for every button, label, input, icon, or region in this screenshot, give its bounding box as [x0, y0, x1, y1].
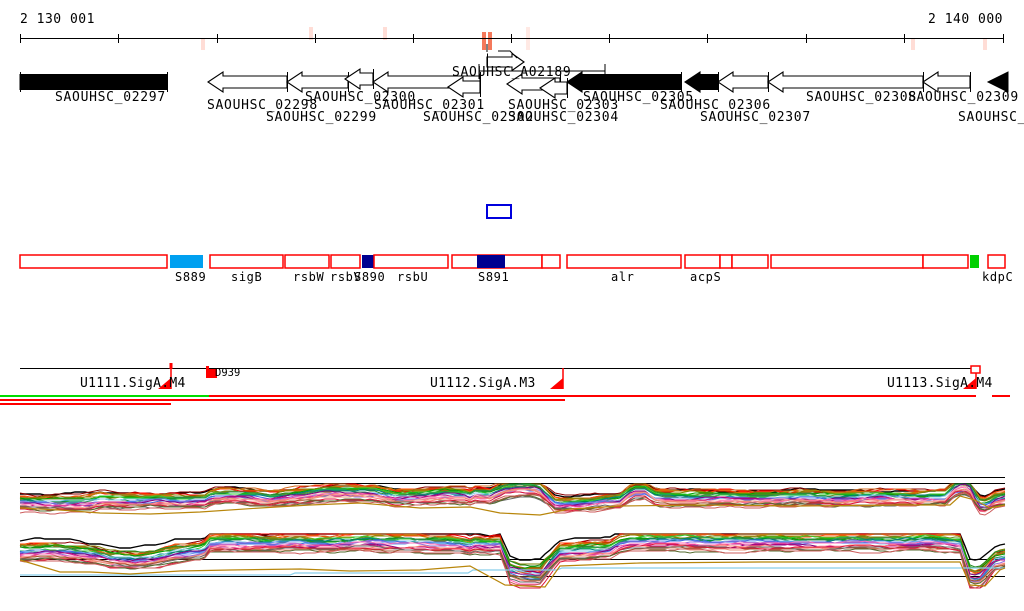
feature-label[interactable]: rsbW [293, 271, 324, 283]
flag-top-square [971, 366, 980, 373]
gene-label[interactable]: SAOUHSC_02304 [508, 111, 619, 124]
feature-box[interactable] [771, 255, 923, 268]
gene-arrow[interactable] [768, 72, 923, 92]
gene-arrow[interactable] [287, 72, 348, 92]
flag-label[interactable]: D939 [215, 368, 240, 379]
gene-arrow[interactable] [718, 72, 768, 92]
ruler-variant-mark [983, 38, 987, 50]
feature-box[interactable] [331, 255, 360, 268]
feature-label[interactable]: alr [611, 271, 634, 283]
gene-label[interactable]: SAOUHSC_02297 [55, 91, 166, 104]
feature-box[interactable] [720, 255, 732, 268]
flag-box-notch [206, 366, 209, 370]
feature-label[interactable]: S889 [175, 271, 206, 283]
ruler-variant-mark [482, 32, 486, 50]
flag-pennant[interactable] [550, 378, 563, 389]
feature-box[interactable] [210, 255, 283, 268]
feature-box[interactable] [285, 255, 329, 268]
feature-label[interactable]: kdpC [982, 271, 1013, 283]
feature-box[interactable] [170, 255, 203, 268]
gene-label[interactable]: SAOUHSC_02308 [806, 91, 917, 104]
gene-arrow[interactable] [923, 72, 970, 92]
ruler-variant-mark [201, 38, 205, 50]
gene-label[interactable]: SAOUHSC_02299 [266, 111, 377, 124]
feature-box[interactable] [732, 255, 768, 268]
flag-label[interactable]: U1112.SigA.M3 [430, 377, 536, 390]
gene-label[interactable]: SAOUHSC_02309 [908, 91, 1019, 104]
genome-browser-canvas: 2 130 001 2 140 000 SAOUHSC_02297SAOUHSC… [0, 0, 1024, 611]
gene-arrow[interactable] [345, 69, 373, 89]
gene-arrow[interactable] [567, 72, 681, 92]
flag-label[interactable]: U1113.SigA.M4 [887, 377, 993, 390]
feature-box[interactable] [923, 255, 968, 268]
feature-box[interactable] [362, 255, 374, 268]
ruler-variant-mark [911, 38, 915, 50]
ruler-variant-mark [488, 32, 492, 50]
gene-arrow[interactable] [20, 75, 167, 90]
selection-box[interactable] [487, 205, 511, 218]
gene-label[interactable]: SAOUHSC_A02189 [452, 66, 571, 79]
gene-label[interactable]: SAOUHSC_02310 [958, 111, 1024, 124]
feature-box[interactable] [374, 255, 448, 268]
feature-label[interactable]: acpS [690, 271, 721, 283]
feature-box[interactable] [970, 255, 979, 268]
gene-label[interactable]: SAOUHSC_02307 [700, 111, 811, 124]
feature-box[interactable] [567, 255, 681, 268]
gene-arrow[interactable] [988, 72, 1008, 92]
gene-arrow[interactable] [685, 72, 718, 92]
feature-label[interactable]: rsbU [397, 271, 428, 283]
feature-box[interactable] [988, 255, 1005, 268]
gene-arrow[interactable] [208, 72, 287, 92]
flag-label[interactable]: U1111.SigA.M4 [80, 377, 186, 390]
feature-box[interactable] [685, 255, 720, 268]
feature-label[interactable]: S891 [478, 271, 509, 283]
feature-label[interactable]: sigB [231, 271, 262, 283]
feature-box[interactable] [20, 255, 167, 268]
feature-label[interactable]: S890 [354, 271, 385, 283]
flag-top-tick [170, 363, 173, 369]
feature-box[interactable] [477, 255, 505, 268]
feature-box[interactable] [542, 255, 560, 268]
